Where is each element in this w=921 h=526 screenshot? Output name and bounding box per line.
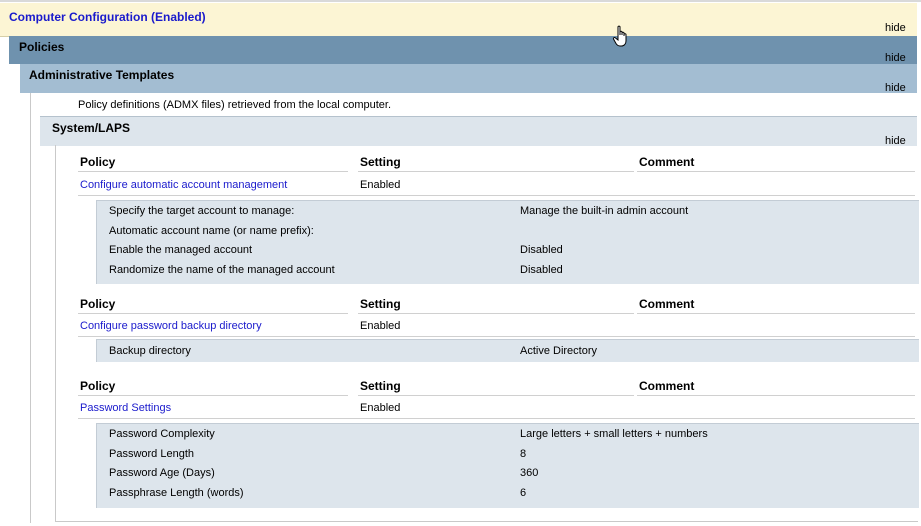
administrative-templates-title: Administrative Templates (29, 68, 175, 82)
policy-link[interactable]: Password Settings (80, 402, 171, 414)
header-rule (78, 171, 348, 172)
policy-details: Backup directory Active Directory (96, 339, 919, 362)
header-rule (637, 313, 915, 314)
detail-label: Password Complexity (109, 428, 215, 440)
header-rule (358, 171, 634, 172)
hand-cursor-icon (612, 25, 632, 49)
detail-value: 6 (520, 487, 527, 499)
comment-column-header: Comment (639, 379, 695, 393)
system-laps-header[interactable]: System/LAPS hide (40, 116, 917, 147)
detail-value: Active Directory (520, 345, 598, 357)
detail-value: Disabled (520, 244, 563, 256)
policy-column-header: Policy (80, 155, 116, 169)
detail-value: 360 (520, 467, 539, 479)
detail-label: Password Length (109, 448, 194, 460)
detail-label: Randomize the name of the managed accoun… (109, 264, 335, 276)
computer-configuration-hide-link[interactable]: hide (885, 22, 906, 34)
computer-configuration-title[interactable]: Computer Configuration (Enabled) (9, 10, 206, 24)
setting-column-header: Setting (360, 379, 401, 393)
header-rule (637, 171, 915, 172)
header-rule (78, 395, 348, 396)
detail-value: 8 (520, 448, 527, 460)
policy-block-2: Policy Setting Comment Configure passwor… (56, 287, 919, 363)
computer-configuration-header[interactable]: Computer Configuration (Enabled) hide (0, 3, 917, 37)
header-rule (358, 313, 634, 314)
policy-column-header: Policy (80, 297, 116, 311)
setting-column-header: Setting (360, 297, 401, 311)
policies-title: Policies (19, 40, 65, 54)
policy-block-3: Policy Setting Comment Password Settings… (56, 369, 919, 511)
policies-header[interactable]: Policies hide (9, 36, 917, 64)
policy-details: Password Complexity Large letters + smal… (96, 423, 919, 508)
detail-value: Manage the built-in admin account (520, 205, 689, 217)
comment-column-header: Comment (639, 155, 695, 169)
detail-label: Specify the target account to manage: (109, 205, 295, 217)
header-rule (78, 313, 348, 314)
policy-link[interactable]: Configure password backup directory (80, 320, 262, 332)
detail-label: Backup directory (109, 345, 191, 357)
detail-label: Automatic account name (or name prefix): (109, 225, 314, 237)
top-border (0, 0, 921, 2)
header-rule (637, 395, 915, 396)
system-laps-title: System/LAPS (52, 121, 131, 135)
policy-column-header: Policy (80, 379, 116, 393)
detail-label: Enable the managed account (109, 244, 253, 256)
header-rule (358, 395, 634, 396)
policy-details: Specify the target account to manage: Ma… (96, 200, 919, 284)
system-laps-section: Policy Setting Comment Configure automat… (55, 145, 919, 522)
row-rule (78, 336, 915, 337)
policy-block-1: Policy Setting Comment Configure automat… (56, 145, 919, 285)
administrative-templates-header[interactable]: Administrative Templates hide (20, 64, 917, 94)
detail-label: Passphrase Length (words) (109, 487, 244, 499)
policy-link[interactable]: Configure automatic account management (80, 179, 287, 191)
policy-setting: Enabled (360, 402, 401, 414)
detail-value: Large letters + small letters + numbers (520, 428, 708, 440)
policies-hide-link[interactable]: hide (885, 52, 906, 64)
comment-column-header: Comment (639, 297, 695, 311)
policy-setting: Enabled (360, 320, 401, 332)
row-rule (78, 418, 915, 419)
setting-column-header: Setting (360, 155, 401, 169)
detail-label: Password Age (Days) (109, 467, 215, 479)
row-rule (78, 195, 915, 196)
policy-setting: Enabled (360, 179, 401, 191)
admx-description: Policy definitions (ADMX files) retrieve… (78, 99, 392, 111)
detail-value: Disabled (520, 264, 563, 276)
